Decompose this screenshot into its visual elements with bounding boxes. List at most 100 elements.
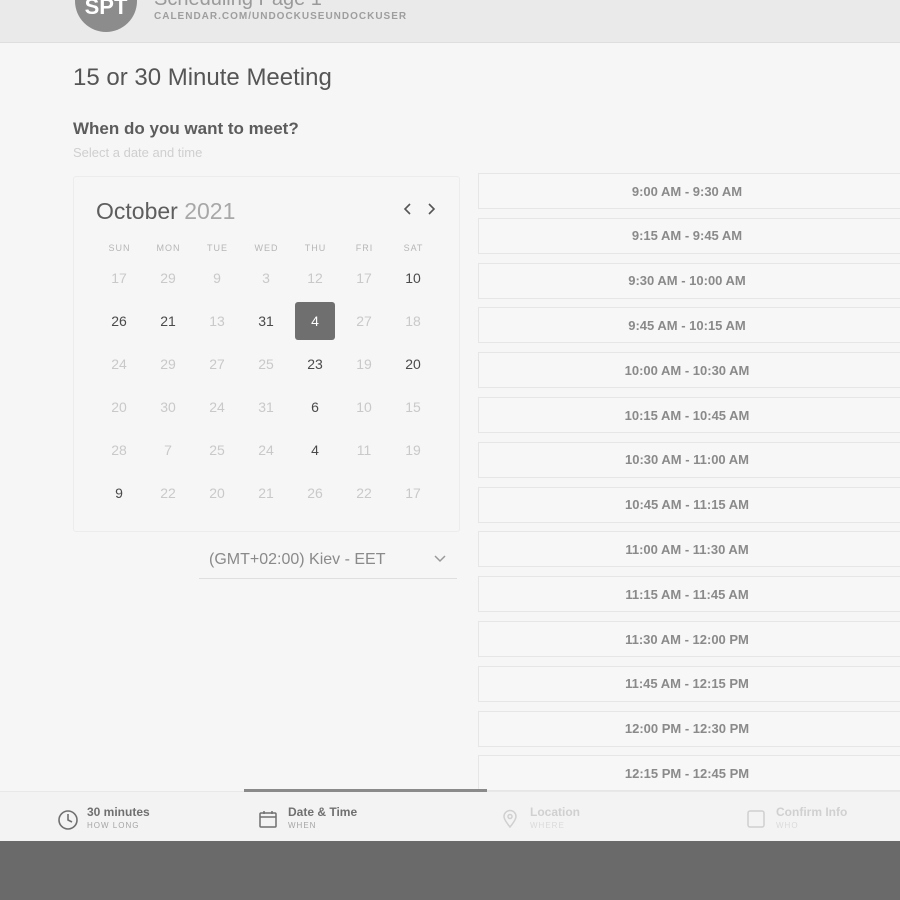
section-hint: Select a date and time <box>73 145 203 160</box>
calendar-day-unavailable: 12 <box>307 270 323 286</box>
calendar-day-unavailable: 13 <box>209 313 225 329</box>
clock-icon <box>58 810 78 830</box>
calendar-day-unavailable: 17 <box>111 270 127 286</box>
calendar-day-available[interactable]: 6 <box>295 388 335 426</box>
scheduling-page-name: Scheduling Page 1 <box>154 0 322 11</box>
step-date-time[interactable]: Date & Time WHEN <box>258 792 408 841</box>
step-location[interactable]: Location WHERE <box>500 792 650 841</box>
weekday-label: FRI <box>355 243 374 253</box>
calendar-day-unavailable: 27 <box>356 313 372 329</box>
step-subtitle: HOW LONG <box>87 821 140 830</box>
weekday-label: SUN <box>108 243 131 253</box>
step-title: Date & Time <box>288 805 358 819</box>
calendar-day-available[interactable]: 31 <box>246 302 286 340</box>
calendar-day-available[interactable]: 20 <box>393 345 433 383</box>
time-slot-button[interactable]: 10:45 AM - 11:15 AM <box>478 486 900 523</box>
calendar-day-unavailable: 20 <box>209 485 225 501</box>
timezone-select[interactable]: (GMT+02:00) Kiev - EET <box>199 542 457 579</box>
year-label: 2021 <box>184 198 236 224</box>
calendar-day-unavailable: 30 <box>160 399 176 415</box>
time-slot-button[interactable]: 11:15 AM - 11:45 AM <box>478 576 900 613</box>
step-subtitle: WHO <box>776 821 799 830</box>
calendar-day-unavailable: 25 <box>258 356 274 372</box>
calendar-day-unavailable: 17 <box>405 485 421 501</box>
time-slot-button[interactable]: 9:45 AM - 10:15 AM <box>478 307 900 344</box>
calendar-day-unavailable: 10 <box>356 399 372 415</box>
date-picker: October 2021 SUN MON TUE WED THU FRI SAT 17 29 9… <box>73 176 460 532</box>
weekday-label: THU <box>304 243 327 253</box>
time-slot-button[interactable]: 10:15 AM - 10:45 AM <box>478 397 900 433</box>
calendar-day-available[interactable]: 21 <box>148 302 188 340</box>
calendar-day-unavailable: 29 <box>160 270 176 286</box>
calendar-day-unavailable: 25 <box>209 442 225 458</box>
location-pin-icon <box>503 809 517 829</box>
month-year-label: October 2021 <box>96 198 235 225</box>
time-slot-button[interactable]: 9:30 AM - 10:00 AM <box>478 262 900 299</box>
next-month-button[interactable] <box>426 201 436 219</box>
time-slot-list[interactable]: 9:00 AM - 9:30 AM 9:15 AM - 9:45 AM 9:30 A… <box>478 173 900 791</box>
calendar-day-unavailable: 15 <box>405 399 421 415</box>
scheduling-page-url[interactable]: CALENDAR.COM/UNDOCKUSEUNDOCKUSER <box>154 11 407 22</box>
calendar-day-unavailable: 17 <box>356 270 372 286</box>
calendar-day-unavailable: 27 <box>209 356 225 372</box>
step-subtitle: WHEN <box>288 821 317 830</box>
calendar-icon <box>259 811 277 828</box>
prev-month-button[interactable] <box>403 201 413 219</box>
calendar-day-unavailable: 24 <box>209 399 225 415</box>
checkbox-icon <box>747 810 765 828</box>
time-slot-button[interactable]: 9:15 AM - 9:45 AM <box>478 217 900 254</box>
time-slot-button[interactable]: 9:00 AM - 9:30 AM <box>478 173 900 209</box>
calendar-day-unavailable: 19 <box>405 442 421 458</box>
weekday-label: SAT <box>403 243 424 253</box>
time-slot-button[interactable]: 11:00 AM - 11:30 AM <box>478 531 900 568</box>
section-heading: When do you want to meet? <box>73 119 299 138</box>
month-label: October <box>96 198 178 224</box>
chevron-right-icon <box>428 203 436 215</box>
page-header: SPT Scheduling Page 1 CALENDAR.COM/UNDOC… <box>0 0 900 43</box>
calendar-day-unavailable: 31 <box>258 399 274 415</box>
calendar-day-available[interactable]: 26 <box>99 302 139 340</box>
calendar-day-unavailable: 21 <box>258 485 274 501</box>
calendar-day-unavailable: 22 <box>356 485 372 501</box>
calendar-day-unavailable: 3 <box>262 270 270 286</box>
scheduling-page: SPT Scheduling Page 1 CALENDAR.COM/UNDOC… <box>0 0 900 841</box>
calendar-day-unavailable: 11 <box>356 442 372 458</box>
weekday-label: MON <box>156 243 181 253</box>
calendar-day-unavailable: 20 <box>111 399 127 415</box>
weekday-label: TUE <box>207 243 228 253</box>
time-slot-button[interactable]: 11:30 AM - 12:00 PM <box>478 621 900 657</box>
step-subtitle: WHERE <box>530 821 565 830</box>
calendar-day-unavailable: 19 <box>356 356 372 372</box>
time-slot-button[interactable]: 12:15 PM - 12:45 PM <box>478 755 900 791</box>
step-title: Location <box>530 805 580 819</box>
calendar-day-unavailable: 29 <box>160 356 176 372</box>
calendar-day-available[interactable]: 23 <box>295 345 335 383</box>
calendar-day-unavailable: 22 <box>160 485 176 501</box>
time-slot-button[interactable]: 11:45 AM - 12:15 PM <box>478 665 900 702</box>
step-confirm-info[interactable]: Confirm Info WHO <box>746 792 896 841</box>
calendar-day-unavailable: 24 <box>111 356 127 372</box>
calendar-day-unavailable: 28 <box>111 442 127 458</box>
step-title: Confirm Info <box>776 805 848 819</box>
calendar-day-available[interactable]: 10 <box>393 259 433 297</box>
timezone-label: (GMT+02:00) Kiev - EET <box>209 551 386 568</box>
time-slot-button[interactable]: 10:00 AM - 10:30 AM <box>478 352 900 389</box>
chevron-down-icon <box>434 555 446 563</box>
calendar-day-available[interactable]: 4 <box>295 431 335 469</box>
step-duration[interactable]: 30 minutes HOW LONG <box>57 792 207 841</box>
avatar: SPT <box>75 0 137 32</box>
booking-steps: 30 minutes HOW LONG Date & Time WHEN Loc… <box>0 789 900 841</box>
page-title: 15 or 30 Minute Meeting <box>73 64 332 91</box>
calendar-day-selected[interactable]: 4 <box>295 302 335 340</box>
calendar-day-unavailable: 24 <box>258 442 274 458</box>
step-title: 30 minutes <box>87 805 150 819</box>
calendar-day-unavailable: 18 <box>405 313 421 329</box>
chevron-left-icon <box>403 203 411 215</box>
calendar-day-unavailable: 26 <box>307 485 323 501</box>
calendar-day-available[interactable]: 9 <box>99 474 139 512</box>
weekday-label: WED <box>254 243 279 253</box>
time-slot-button[interactable]: 12:00 PM - 12:30 PM <box>478 710 900 747</box>
time-slot-button[interactable]: 10:30 AM - 11:00 AM <box>478 441 900 478</box>
calendar-day-unavailable: 9 <box>213 270 221 286</box>
calendar-day-unavailable: 7 <box>164 442 172 458</box>
